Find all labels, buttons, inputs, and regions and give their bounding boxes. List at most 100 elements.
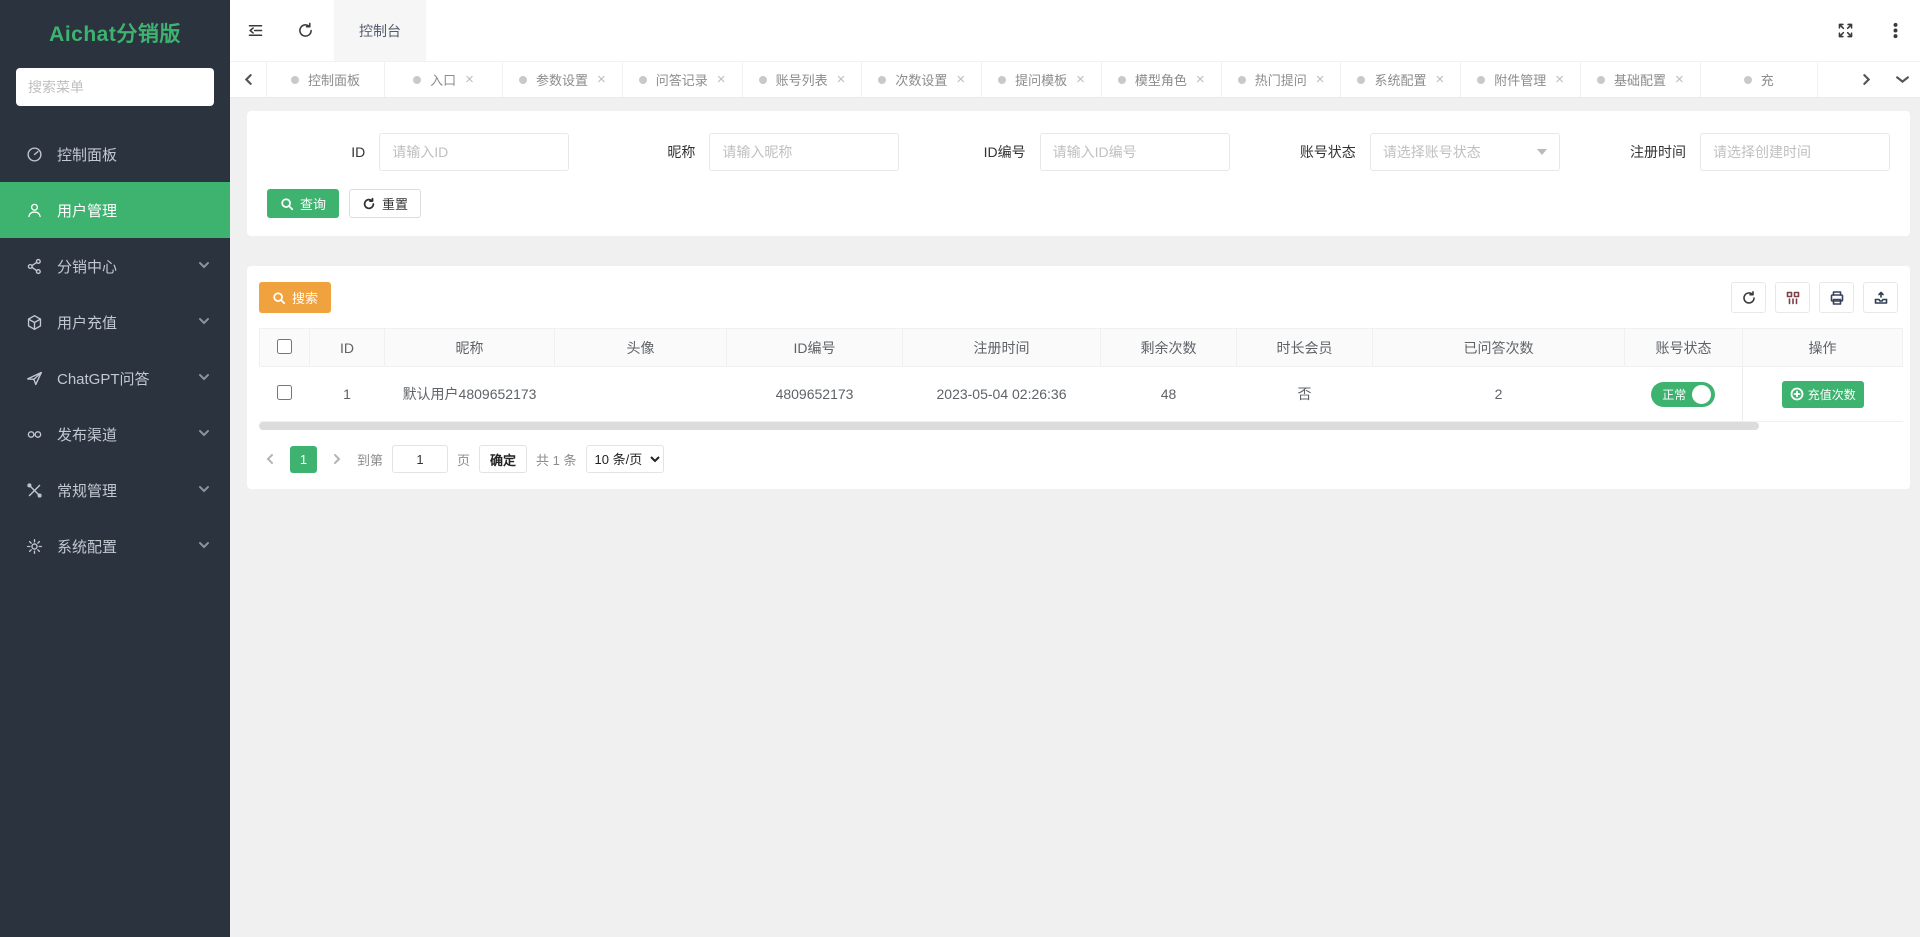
per-page-select[interactable]: 10 条/页: [586, 445, 664, 473]
collapse-menu-icon[interactable]: [230, 0, 280, 61]
close-icon[interactable]: ×: [465, 72, 474, 87]
close-icon[interactable]: ×: [837, 72, 846, 87]
select-all-checkbox[interactable]: [277, 339, 292, 354]
tab-attachment-management[interactable]: 附件管理 ×: [1460, 62, 1580, 97]
sidebar-item-dashboard[interactable]: 控制面板: [0, 126, 230, 182]
tab-basic-config[interactable]: 基础配置 ×: [1580, 62, 1700, 97]
goto-prefix-label: 到第: [357, 450, 383, 469]
sidebar-menu: 控制面板 用户管理 分销中心 用户充值: [0, 126, 230, 574]
header-avatar: 头像: [555, 329, 727, 367]
sidebar-item-system-config[interactable]: 系统配置: [0, 518, 230, 574]
console-tab-label: 控制台: [359, 21, 401, 41]
cell-nickname: 默认用户4809652173: [385, 367, 555, 422]
tab-hot-questions[interactable]: 热门提问 ×: [1221, 62, 1341, 97]
reset-button[interactable]: 重置: [349, 189, 421, 218]
goto-page-input[interactable]: [392, 445, 448, 473]
header-register-time: 注册时间: [903, 329, 1101, 367]
cell-account-status: 正常: [1625, 367, 1743, 422]
tab-label: 账号列表: [776, 70, 828, 89]
cell-id: 1: [310, 367, 385, 422]
sidebar-item-chatgpt-qa[interactable]: ChatGPT问答: [0, 350, 230, 406]
content-area: ID 昵称 ID编号 账号状态 请选择账号状态: [230, 98, 1920, 937]
close-icon[interactable]: ×: [597, 72, 606, 87]
sidebar-item-publish-channels[interactable]: 发布渠道: [0, 406, 230, 462]
tabs-scroll-right-icon[interactable]: [1848, 62, 1884, 97]
filter-panel: ID 昵称 ID编号 账号状态 请选择账号状态: [247, 111, 1910, 236]
tab-dot-icon: [878, 76, 886, 84]
query-button-label: 查询: [300, 194, 326, 213]
close-icon[interactable]: ×: [1675, 72, 1684, 87]
table-refresh-icon[interactable]: [1731, 282, 1766, 313]
send-icon: [24, 368, 44, 388]
chevron-down-icon: [198, 482, 210, 499]
fullscreen-icon[interactable]: [1820, 21, 1870, 40]
nickname-input[interactable]: [709, 133, 899, 171]
goto-confirm-button[interactable]: 确定: [479, 445, 527, 473]
table-header-row: ID 昵称 头像 ID编号 注册时间 剩余次数 时长会员 已问答次数 账号状态 …: [260, 329, 1903, 367]
tab-dot-icon: [1744, 76, 1752, 84]
search-icon: [272, 291, 286, 305]
header-actions: 操作: [1743, 329, 1903, 367]
close-icon[interactable]: ×: [1435, 72, 1444, 87]
export-icon[interactable]: [1863, 282, 1898, 313]
page-tab-bar: 控制面板 入口 × 参数设置 × 问答记录 × 账号列表 ×: [230, 61, 1920, 98]
close-icon[interactable]: ×: [1076, 72, 1085, 87]
tab-entry[interactable]: 入口 ×: [384, 62, 502, 97]
sidebar-item-user-management[interactable]: 用户管理: [0, 182, 230, 238]
tab-count-settings[interactable]: 次数设置 ×: [861, 62, 981, 97]
prev-page-icon[interactable]: [259, 446, 281, 472]
status-toggle[interactable]: 正常: [1651, 382, 1715, 407]
header-id-number: ID编号: [727, 329, 903, 367]
tab-dot-icon: [639, 76, 647, 84]
tab-model-role[interactable]: 模型角色 ×: [1101, 62, 1221, 97]
register-time-input[interactable]: [1700, 133, 1890, 171]
id-input[interactable]: [379, 133, 569, 171]
close-icon[interactable]: ×: [717, 72, 726, 87]
sidebar-item-distribution-center[interactable]: 分销中心: [0, 238, 230, 294]
console-header-tab[interactable]: 控制台: [334, 0, 426, 61]
refresh-icon[interactable]: [280, 0, 330, 61]
tab-label: 控制面板: [308, 70, 360, 89]
sidebar-item-label: ChatGPT问答: [57, 368, 150, 389]
id-number-input[interactable]: [1040, 133, 1230, 171]
columns-filter-icon[interactable]: [1775, 282, 1810, 313]
pagination: 1 到第 页 确定 共 1 条 10 条/页: [259, 445, 1898, 473]
tab-question-template[interactable]: 提问模板 ×: [981, 62, 1101, 97]
close-icon[interactable]: ×: [1316, 72, 1325, 87]
header-duration-member: 时长会员: [1237, 329, 1373, 367]
close-icon[interactable]: ×: [1555, 72, 1564, 87]
tab-label: 充: [1761, 70, 1774, 89]
next-page-icon[interactable]: [326, 446, 348, 472]
tabs-scroll-left-icon[interactable]: [230, 62, 266, 97]
tab-qa-records[interactable]: 问答记录 ×: [622, 62, 742, 97]
tab-control-panel[interactable]: 控制面板: [266, 62, 384, 97]
account-status-select[interactable]: 请选择账号状态: [1370, 133, 1560, 171]
close-icon[interactable]: ×: [1196, 72, 1205, 87]
print-icon[interactable]: [1819, 282, 1854, 313]
menu-search-input[interactable]: [16, 68, 214, 106]
sidebar-item-general-management[interactable]: 常规管理: [0, 462, 230, 518]
tab-recharge-truncated[interactable]: 充: [1700, 62, 1818, 97]
sidebar-item-user-recharge[interactable]: 用户充值: [0, 294, 230, 350]
horizontal-scrollbar-thumb[interactable]: [259, 422, 1759, 430]
tab-dot-icon: [759, 76, 767, 84]
tabs-menu-chevron-icon[interactable]: [1884, 62, 1920, 97]
search-button[interactable]: 搜索: [259, 282, 331, 313]
dashboard-icon: [24, 144, 44, 164]
tab-system-config[interactable]: 系统配置 ×: [1340, 62, 1460, 97]
sidebar: Aichat分销版 控制面板 用户管理 分销中心: [0, 0, 230, 937]
sidebar-item-label: 发布渠道: [57, 424, 117, 445]
recharge-count-button[interactable]: 充值次数: [1782, 381, 1864, 408]
filter-label: 账号状态: [1300, 142, 1356, 162]
header-answered-count: 已问答次数: [1373, 329, 1625, 367]
header-remaining-count: 剩余次数: [1101, 329, 1237, 367]
cell-answered-count: 2: [1373, 367, 1625, 422]
close-icon[interactable]: ×: [956, 72, 965, 87]
table-row: 1 默认用户4809652173 4809652173 2023-05-04 0…: [260, 367, 1903, 422]
row-checkbox[interactable]: [277, 385, 292, 400]
tab-account-list[interactable]: 账号列表 ×: [742, 62, 862, 97]
more-vertical-icon[interactable]: [1870, 21, 1920, 40]
query-button[interactable]: 查询: [267, 189, 339, 218]
tab-param-settings[interactable]: 参数设置 ×: [502, 62, 622, 97]
page-number-button[interactable]: 1: [290, 446, 317, 473]
